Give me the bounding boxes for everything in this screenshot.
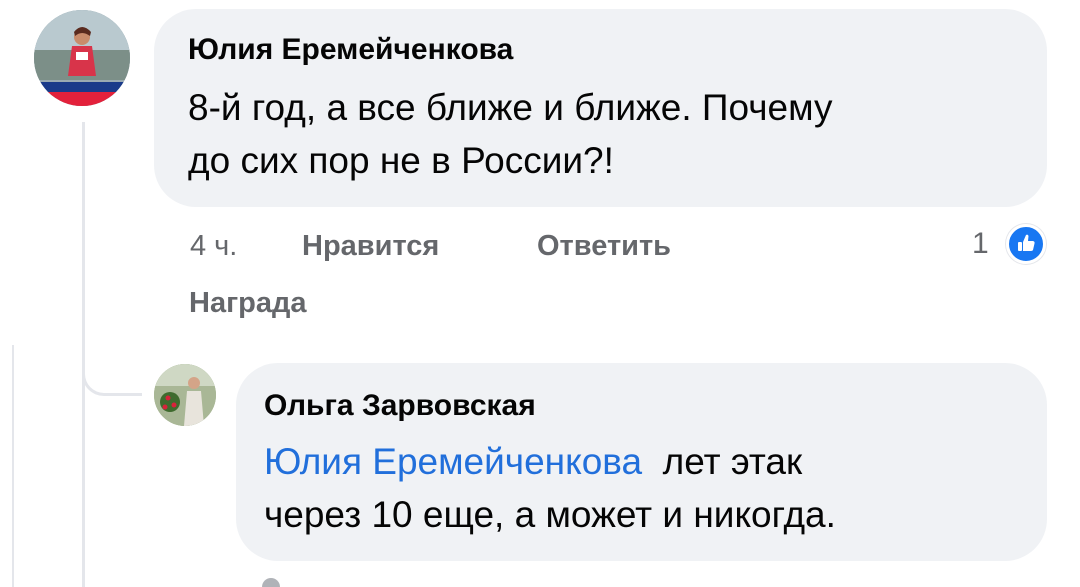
reply-text-line: через 10 еще, а может и никогда.	[264, 494, 836, 535]
reply-text-fragment: лет этак	[662, 441, 803, 482]
avatar-reply-image	[154, 364, 216, 426]
comment-text-line: до сих пор не в России?!	[188, 140, 614, 181]
thumbs-up-icon[interactable]	[1006, 224, 1046, 264]
comment-bubble: Юлия Еремейченкова 8-й год, а все ближе …	[154, 9, 1047, 207]
reply-text: Юлия Еремейченкова лет этак через 10 еще…	[264, 435, 1024, 541]
avatar-reply[interactable]	[154, 364, 216, 426]
award-button[interactable]: Награда	[189, 287, 307, 320]
mention-link[interactable]: Юлия Еремейченкова	[264, 441, 642, 482]
comment-text: 8-й год, а все ближе и ближе. Почему до …	[188, 81, 1008, 187]
thread-line-outer	[12, 345, 14, 587]
reaction-count[interactable]: 1	[972, 227, 989, 261]
reply-author[interactable]: Ольга Зарвовская	[264, 389, 536, 423]
next-item-indicator	[262, 578, 280, 587]
reply-button[interactable]: Ответить	[537, 230, 671, 263]
thread-connector	[82, 352, 142, 396]
comment-author[interactable]: Юлия Еремейченкова	[188, 33, 513, 67]
like-button[interactable]: Нравится	[302, 230, 439, 263]
reply-text-line: Юлия Еремейченкова лет этак	[264, 435, 1024, 488]
avatar-main-image	[34, 10, 130, 106]
comment-text-line: 8-й год, а все ближе и ближе. Почему	[188, 87, 833, 128]
reply-bubble: Ольга Зарвовская Юлия Еремейченкова лет …	[236, 363, 1047, 561]
avatar-main[interactable]	[34, 10, 130, 106]
comment-timestamp[interactable]: 4 ч.	[190, 230, 237, 263]
